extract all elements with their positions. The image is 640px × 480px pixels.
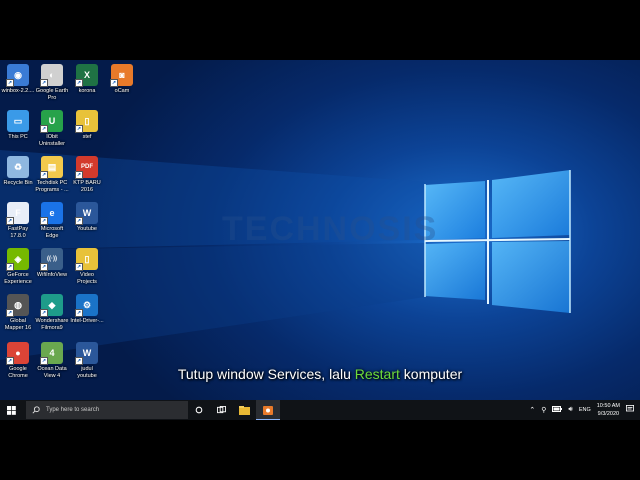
excel-icon: X ↗ bbox=[75, 64, 98, 87]
google-earth-icon: ◐ ↗ bbox=[40, 64, 63, 87]
active-indicator bbox=[256, 418, 280, 420]
system-tray: ⌃ ⚲ 🔊︎ ENG 10:50 AM 9/3/2020 bbox=[529, 400, 640, 420]
shortcut-arrow-icon: ↗ bbox=[75, 263, 83, 271]
cortana-icon bbox=[195, 406, 203, 414]
desktop-icon[interactable]: PDF ↗ KTP BARU 2016 bbox=[64, 156, 110, 194]
shortcut-arrow-icon: ↗ bbox=[40, 217, 48, 225]
shortcut-arrow-icon: ↗ bbox=[110, 79, 118, 87]
shortcut-arrow-icon: ↗ bbox=[40, 357, 48, 365]
file-explorer-button[interactable] bbox=[232, 400, 256, 420]
desktop-icon-label: Intel-Driver-... bbox=[70, 318, 104, 324]
this-pc-icon: ▭ bbox=[7, 110, 29, 132]
volume-icon[interactable]: 🔊︎ bbox=[568, 406, 572, 414]
intel-driver-icon: ⚙ ↗ bbox=[75, 294, 98, 317]
geforce-icon: ◈ ↗ bbox=[6, 248, 29, 271]
shortcut-arrow-icon: ↗ bbox=[6, 79, 14, 87]
desktop-icon[interactable]: ▯ ↗ stef bbox=[64, 110, 110, 141]
windows-logo-icon bbox=[6, 405, 16, 415]
desktop-icon[interactable]: ▯ ↗ Video Projects bbox=[64, 248, 110, 286]
clock[interactable]: 10:50 AM 9/3/2020 bbox=[597, 402, 620, 418]
battery-icon[interactable] bbox=[552, 406, 563, 414]
pdf-icon: PDF ↗ bbox=[75, 156, 98, 179]
language-indicator[interactable]: ENG bbox=[579, 407, 591, 413]
word-icon: W ↗ bbox=[75, 342, 98, 365]
shortcut-arrow-icon: ↗ bbox=[6, 263, 14, 271]
network-icon[interactable]: ⚲ bbox=[541, 406, 546, 414]
shortcut-arrow-icon: ↗ bbox=[40, 263, 48, 271]
fastpay-icon: F ↗ bbox=[6, 202, 29, 225]
clock-time: 10:50 AM bbox=[596, 403, 620, 409]
file-icon: ▯ ↗ bbox=[75, 110, 98, 133]
shortcut-arrow-icon: ↗ bbox=[75, 357, 83, 365]
shortcut-arrow-icon: ↗ bbox=[40, 309, 48, 317]
task-view-button[interactable] bbox=[210, 400, 232, 420]
wifi-info-icon: ((·)) ↗ bbox=[40, 248, 63, 271]
shortcut-arrow-icon: ↗ bbox=[6, 217, 14, 225]
subtitle-text-end: komputer bbox=[399, 366, 463, 382]
word-icon: W ↗ bbox=[75, 202, 98, 225]
file-explorer-icon bbox=[238, 405, 250, 415]
ocam-icon bbox=[263, 405, 273, 415]
shortcut-arrow-icon: ↗ bbox=[75, 309, 83, 317]
desktop-icon-label: Video Projects bbox=[77, 272, 97, 285]
ocam-icon: ◙ ↗ bbox=[110, 64, 133, 87]
chevron-up-icon[interactable]: ⌃ bbox=[529, 406, 535, 414]
shortcut-arrow-icon: ↗ bbox=[40, 171, 48, 179]
shortcut-arrow-icon: ↗ bbox=[6, 357, 14, 365]
search-placeholder: Type here to search bbox=[46, 407, 100, 413]
recycle-bin-icon: ♻ bbox=[7, 156, 29, 178]
shortcut-arrow-icon: ↗ bbox=[6, 309, 14, 317]
search-icon bbox=[32, 406, 40, 414]
desktop-icon-label: stef bbox=[82, 134, 92, 140]
cortana-button[interactable] bbox=[188, 400, 210, 420]
desktop-icon[interactable]: W ↗ Youtube bbox=[64, 202, 110, 233]
edge-icon: e ↗ bbox=[40, 202, 63, 225]
desktop-icon[interactable]: ◙ ↗ oCam bbox=[99, 64, 145, 95]
subtitle-text: Tutup window Services, lalu bbox=[177, 366, 355, 382]
shortcut-arrow-icon: ↗ bbox=[40, 125, 48, 133]
global-mapper-icon: ◍ ↗ bbox=[6, 294, 29, 317]
notification-icon[interactable] bbox=[626, 405, 634, 415]
subtitle-highlight: Restart bbox=[354, 366, 400, 382]
file-icon: ▯ ↗ bbox=[75, 248, 98, 271]
ocam-taskbar-button[interactable] bbox=[256, 400, 280, 420]
folder-icon: ▤ ↗ bbox=[40, 156, 63, 179]
desktop-icon-label: KTP BARU 2016 bbox=[73, 180, 101, 193]
shortcut-arrow-icon: ↗ bbox=[75, 79, 83, 87]
shortcut-arrow-icon: ↗ bbox=[40, 79, 48, 87]
search-box[interactable]: Type here to search bbox=[26, 401, 188, 419]
desktop: TECHNOSIS ◉ ↗ winbox-2.2.... ◐ ↗ Google Earth… bbox=[0, 60, 640, 420]
shortcut-arrow-icon: ↗ bbox=[75, 171, 83, 179]
desktop-icon-label: Youtube bbox=[77, 226, 97, 232]
clock-date: 9/3/2020 bbox=[597, 411, 620, 417]
start-button[interactable] bbox=[0, 400, 22, 420]
filmora-icon: ◆ ↗ bbox=[40, 294, 63, 317]
task-view-icon bbox=[216, 406, 226, 414]
desktop-icon[interactable]: ⚙ ↗ Intel-Driver-... bbox=[64, 294, 110, 325]
chrome-icon: ● ↗ bbox=[6, 342, 29, 365]
shortcut-arrow-icon: ↗ bbox=[75, 125, 83, 133]
iobit-uninstaller-icon: U ↗ bbox=[40, 110, 63, 133]
desktop-icon-label: oCam bbox=[114, 88, 130, 94]
watermark: TECHNOSIS bbox=[222, 210, 439, 248]
taskbar: Type here to search ⌃ ⚲ 🔊︎ ENG 10:50 AM … bbox=[0, 400, 640, 420]
shortcut-arrow-icon: ↗ bbox=[75, 217, 83, 225]
video-subtitle: Tutup window Services, lalu Restart komp… bbox=[0, 366, 640, 382]
winbox-icon: ◉ ↗ bbox=[6, 64, 29, 87]
ocean-data-view-icon: 4 ↗ bbox=[40, 342, 63, 365]
